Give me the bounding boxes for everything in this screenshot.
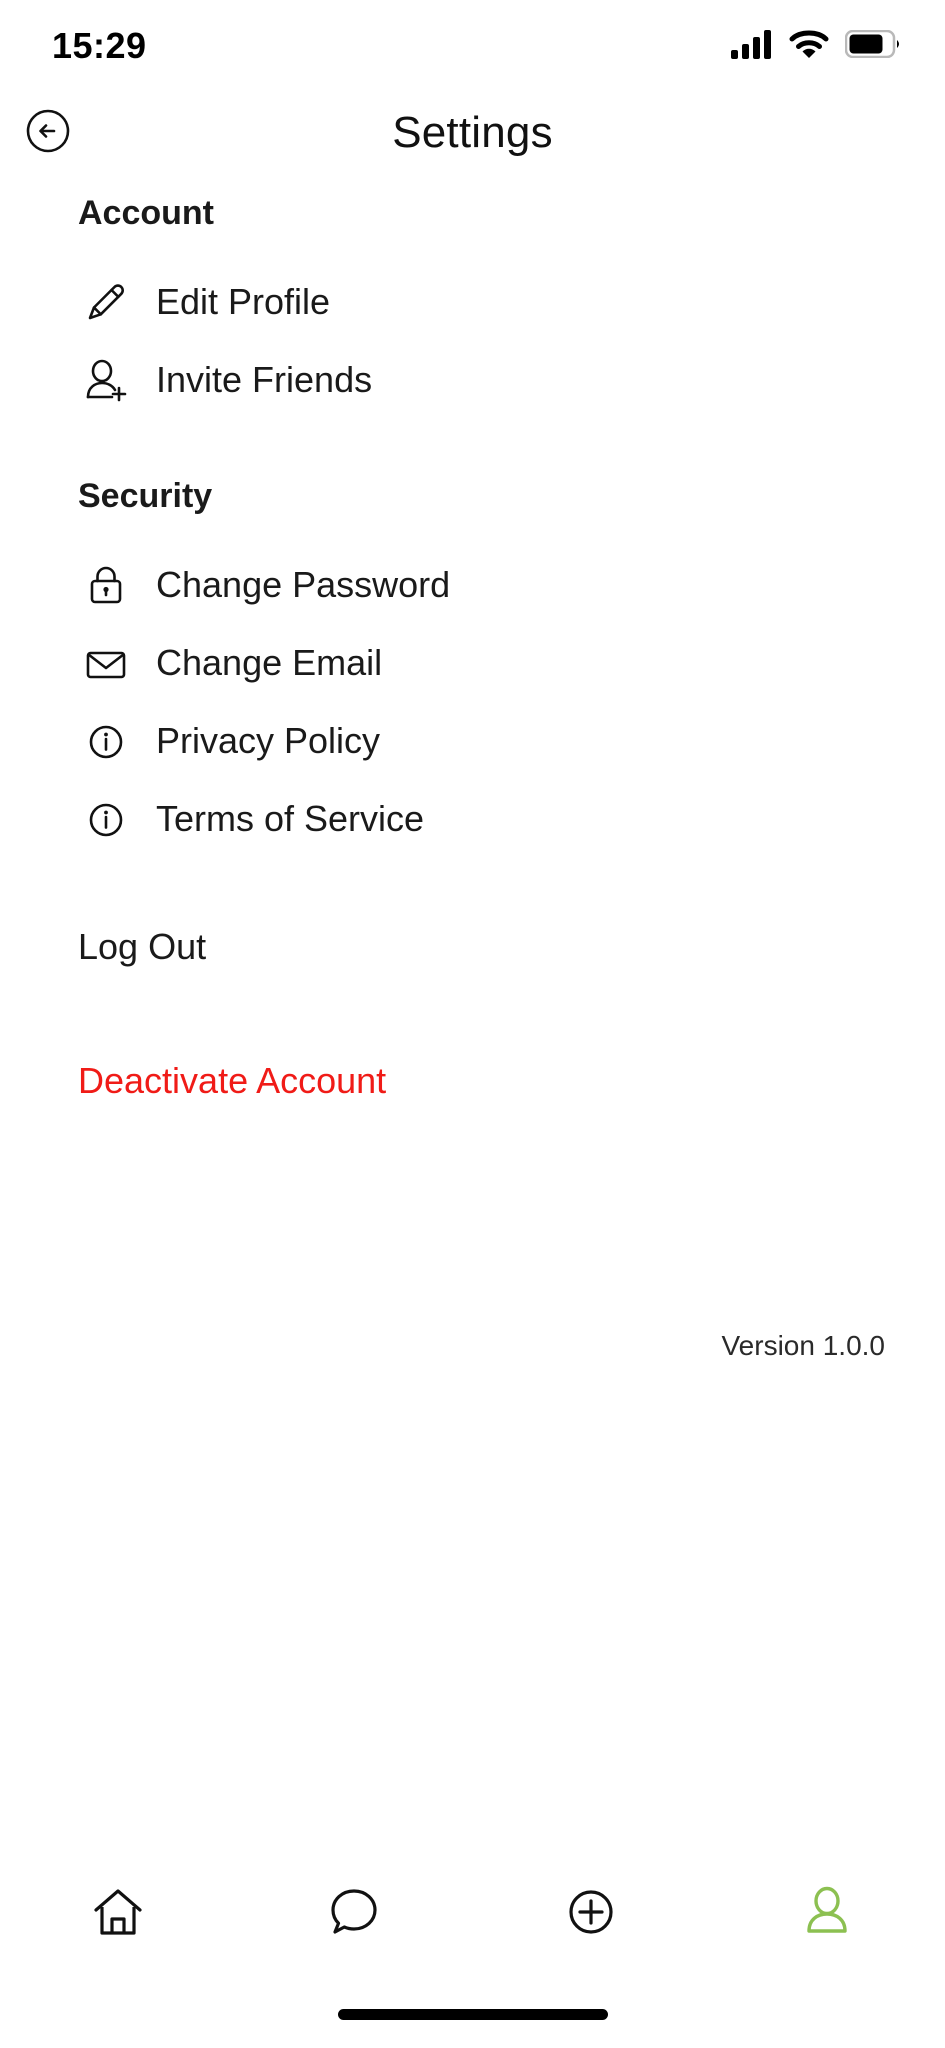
home-icon xyxy=(87,1881,149,1948)
page-header: Settings xyxy=(0,92,945,174)
log-out-button[interactable]: Log Out xyxy=(0,926,945,968)
bottom-tab-bar xyxy=(0,1854,945,1974)
section-header-account: Account xyxy=(78,194,214,232)
back-button[interactable] xyxy=(24,109,72,157)
menu-item-label: Invite Friends xyxy=(156,359,373,400)
info-circle-icon xyxy=(78,713,134,769)
person-add-icon xyxy=(78,352,134,408)
menu-item-terms-of-service[interactable]: Terms of Service xyxy=(0,780,945,858)
chat-bubble-icon xyxy=(323,1881,385,1948)
tab-create[interactable] xyxy=(473,1854,709,1974)
lock-icon xyxy=(78,557,134,613)
menu-item-privacy-policy[interactable]: Privacy Policy xyxy=(0,702,945,780)
tab-home[interactable] xyxy=(0,1854,236,1974)
menu-item-label: Privacy Policy xyxy=(156,720,381,761)
section-header-security: Security xyxy=(78,477,213,515)
tab-profile[interactable] xyxy=(709,1854,945,1974)
menu-item-label: Terms of Service xyxy=(156,798,425,839)
status-bar-icons xyxy=(731,29,901,64)
cellular-signal-icon xyxy=(731,29,773,64)
page-title: Settings xyxy=(392,108,553,157)
back-arrow-circle-icon xyxy=(25,108,71,159)
version-label: Version 1.0.0 xyxy=(721,1330,885,1361)
info-circle-icon xyxy=(78,791,134,847)
settings-screen: 15:29 Settings Account Edit Profile Invi… xyxy=(0,0,945,2048)
pencil-icon xyxy=(78,274,134,330)
home-indicator xyxy=(337,2009,608,2020)
menu-item-label: Change Email xyxy=(156,642,383,683)
tab-messages[interactable] xyxy=(236,1854,472,1974)
menu-item-label: Edit Profile xyxy=(156,281,331,322)
battery-icon xyxy=(844,29,901,63)
status-bar-time: 15:29 xyxy=(52,25,147,66)
menu-item-edit-profile[interactable]: Edit Profile xyxy=(0,263,945,341)
menu-item-label: Change Password xyxy=(156,564,451,605)
settings-content: Account Edit Profile Invite Friends Secu… xyxy=(0,174,945,1102)
deactivate-account-button[interactable]: Deactivate Account xyxy=(0,1060,945,1102)
menu-item-invite-friends[interactable]: Invite Friends xyxy=(0,341,945,419)
profile-person-icon xyxy=(796,1881,858,1948)
plus-circle-icon xyxy=(560,1881,622,1948)
menu-item-change-password[interactable]: Change Password xyxy=(0,546,945,624)
menu-item-change-email[interactable]: Change Email xyxy=(0,624,945,702)
wifi-icon xyxy=(789,29,829,64)
status-bar: 15:29 xyxy=(0,0,945,92)
envelope-icon xyxy=(78,635,134,691)
